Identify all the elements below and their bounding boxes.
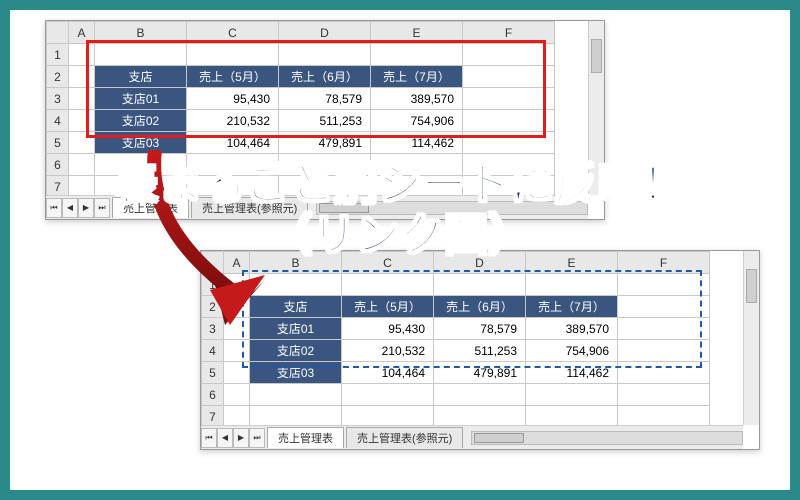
value-cell[interactable]: 389,570 [526,318,618,340]
store-cell[interactable]: 支店02 [250,340,342,362]
store-cell[interactable]: 支店03 [250,362,342,384]
value-cell[interactable]: 104,464 [342,362,434,384]
value-cell[interactable]: 95,430 [342,318,434,340]
row-header[interactable]: 4 [47,110,69,132]
col-header[interactable]: F [463,22,555,44]
table-header-cell[interactable]: 売上（6月） [434,296,526,318]
select-all-corner[interactable] [47,22,69,44]
select-all-corner[interactable] [202,252,224,274]
excel-window-top: A B C D E F 1 2 支店 売上（5月） 売上（6月） 売上（7月） [45,20,605,220]
vertical-scrollbar[interactable] [743,251,759,425]
table-row[interactable]: 3 支店01 95,430 78,579 389,570 [202,318,710,340]
row-header[interactable]: 1 [202,274,224,296]
col-header[interactable]: E [371,22,463,44]
row-header[interactable]: 5 [202,362,224,384]
sheet-tab[interactable]: 売上管理表(参照元) [191,197,308,218]
sheet-tab[interactable]: 売上管理表 [112,197,189,218]
value-cell[interactable]: 78,579 [279,88,371,110]
table-row[interactable]: 4 支店02 210,532 511,253 754,906 [47,110,555,132]
table-row[interactable]: 4 支店02 210,532 511,253 754,906 [202,340,710,362]
row-header[interactable]: 3 [47,88,69,110]
store-cell[interactable]: 支店03 [95,132,187,154]
value-cell[interactable]: 114,462 [371,132,463,154]
row-header[interactable]: 5 [47,132,69,154]
table-header-cell[interactable]: 売上（5月） [187,66,279,88]
row-header[interactable]: 6 [47,154,69,176]
value-cell[interactable]: 479,891 [279,132,371,154]
table-header-cell[interactable]: 売上（7月） [526,296,618,318]
spreadsheet-grid-bottom[interactable]: A B C D E F 1 2 支店 売上（5月） 売上（6月） 売上（7月） [201,251,710,425]
col-header[interactable]: F [618,252,710,274]
value-cell[interactable]: 104,464 [187,132,279,154]
horizontal-scrollbar[interactable] [316,201,588,215]
col-header[interactable]: E [526,252,618,274]
nav-prev-button[interactable]: ◀ [62,198,78,218]
nav-first-button[interactable]: ⏮ [46,198,62,218]
row-header[interactable]: 6 [202,384,224,406]
col-header[interactable]: D [279,22,371,44]
col-header[interactable]: C [187,22,279,44]
table-row[interactable]: 3 支店01 95,430 78,579 389,570 [47,88,555,110]
table-header-cell[interactable]: 売上（5月） [342,296,434,318]
nav-next-button[interactable]: ▶ [233,428,249,448]
value-cell[interactable]: 78,579 [434,318,526,340]
col-header[interactable]: C [342,252,434,274]
store-cell[interactable]: 支店01 [95,88,187,110]
sheet-tab-bar: ⏮ ◀ ▶ ⏭ 売上管理表 売上管理表(参照元) [46,195,588,219]
row-header[interactable]: 4 [202,340,224,362]
nav-first-button[interactable]: ⏮ [201,428,217,448]
sheet-tab[interactable]: 売上管理表(参照元) [346,427,463,448]
value-cell[interactable]: 95,430 [187,88,279,110]
table-row[interactable]: 5 支店03 104,464 479,891 114,462 [202,362,710,384]
nav-next-button[interactable]: ▶ [78,198,94,218]
row-header[interactable]: 7 [202,406,224,426]
nav-prev-button[interactable]: ◀ [217,428,233,448]
vertical-scrollbar[interactable] [588,21,604,195]
col-header[interactable]: B [250,252,342,274]
sheet-tab[interactable]: 売上管理表 [267,427,344,448]
nav-last-button[interactable]: ⏭ [249,428,265,448]
row-header[interactable]: 7 [47,176,69,196]
col-header[interactable]: D [434,252,526,274]
row-header[interactable]: 1 [47,44,69,66]
value-cell[interactable]: 210,532 [187,110,279,132]
value-cell[interactable]: 479,891 [434,362,526,384]
excel-window-bottom: A B C D E F 1 2 支店 売上（5月） 売上（6月） 売上（7月） [200,250,760,450]
row-header[interactable]: 3 [202,318,224,340]
col-header[interactable]: A [224,252,250,274]
value-cell[interactable]: 511,253 [279,110,371,132]
table-row[interactable]: 5 支店03 104,464 479,891 114,462 [47,132,555,154]
table-header-cell[interactable]: 支店 [95,66,187,88]
value-cell[interactable]: 511,253 [434,340,526,362]
row-header[interactable]: 2 [47,66,69,88]
store-cell[interactable]: 支店01 [250,318,342,340]
sheet-tab-bar: ⏮ ◀ ▶ ⏭ 売上管理表 売上管理表(参照元) [201,425,743,449]
value-cell[interactable]: 754,906 [371,110,463,132]
table-header-cell[interactable]: 売上（7月） [371,66,463,88]
value-cell[interactable]: 754,906 [526,340,618,362]
table-header-cell[interactable]: 支店 [250,296,342,318]
table-header-cell[interactable]: 売上（6月） [279,66,371,88]
horizontal-scrollbar[interactable] [471,431,743,445]
col-header[interactable]: B [95,22,187,44]
value-cell[interactable]: 389,570 [371,88,463,110]
value-cell[interactable]: 210,532 [342,340,434,362]
value-cell[interactable]: 114,462 [526,362,618,384]
nav-last-button[interactable]: ⏭ [94,198,110,218]
spreadsheet-grid-top[interactable]: A B C D E F 1 2 支店 売上（5月） 売上（6月） 売上（7月） [46,21,555,195]
row-header[interactable]: 2 [202,296,224,318]
col-header[interactable]: A [69,22,95,44]
store-cell[interactable]: 支店02 [95,110,187,132]
